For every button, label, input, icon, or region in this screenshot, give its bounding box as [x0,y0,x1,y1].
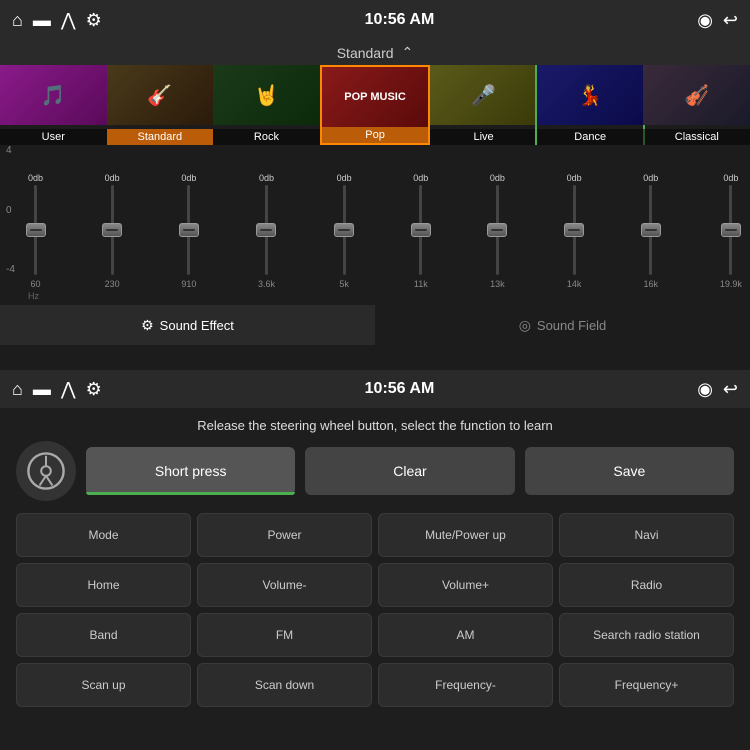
up-icon-2[interactable]: ⋀ [61,379,76,400]
sound-field-label: Sound Field [537,318,606,333]
sw-controls: Short press Clear Save [0,441,750,509]
eq-col-3600[interactable]: 0db 3.6k [258,173,275,289]
window-icon-2[interactable]: ▬ [33,379,51,400]
preset-standard[interactable]: 🎸 Standard [107,65,214,145]
tab-sound-field[interactable]: ◎ Sound Field [375,305,750,345]
window-icon[interactable]: ▬ [33,10,51,31]
top-right-icons: ◉ ↩ [697,10,738,31]
preset-dance-label: Dance [537,129,644,145]
fn-mute-power[interactable]: Mute/Power up [378,513,553,557]
eq-col-199k[interactable]: 0db 19.9k [720,173,742,289]
fn-freq-down[interactable]: Frequency- [378,663,553,707]
preset-classical[interactable]: 🎻 Classical [643,65,750,145]
clear-button[interactable]: Clear [305,447,514,495]
eq-sliders-area: 4 0 -4 0db 60 0db 230 0db [0,145,750,305]
location-icon[interactable]: ◉ [697,10,713,31]
circle-icon: ◎ [519,317,531,334]
preset-live[interactable]: 🎤 Live [430,65,537,145]
usb-icon-2[interactable]: ⚙ [86,379,102,400]
usb-icon[interactable]: ⚙ [86,10,102,31]
preset-classical-label: Classical [643,129,750,145]
fn-radio[interactable]: Radio [559,563,734,607]
eq-col-13k[interactable]: 0db 13k [490,173,505,289]
preset-user-label: User [0,129,107,145]
fn-scan-up[interactable]: Scan up [16,663,191,707]
fn-volume-up[interactable]: Volume+ [378,563,553,607]
top-nav-icons: ⌂ ▬ ⋀ ⚙ [12,10,102,31]
top-time: 10:56 AM [365,11,435,29]
fn-mode[interactable]: Mode [16,513,191,557]
back-icon[interactable]: ↩ [723,10,738,31]
save-button[interactable]: Save [525,447,734,495]
top-status-bar: ⌂ ▬ ⋀ ⚙ 10:56 AM ◉ ↩ [0,0,750,40]
instruction-text: Release the steering wheel button, selec… [0,408,750,441]
steering-wheel-panel: ⌂ ▬ ⋀ ⚙ 10:56 AM ◉ ↩ Release the steerin… [0,370,750,750]
fn-freq-up[interactable]: Frequency+ [559,663,734,707]
eq-db-axis: 4 0 -4 [6,145,15,275]
bottom-time: 10:56 AM [365,380,435,398]
steering-wheel-icon [16,441,76,501]
eq-sliders: 0db 60 0db 230 0db 910 [28,149,742,289]
eq-col-11k[interactable]: 0db 11k [413,173,428,289]
fn-search-radio[interactable]: Search radio station [559,613,734,657]
eq-bottom-tabs: ⚙ Sound Effect ◎ Sound Field [0,305,750,345]
preset-pop[interactable]: POP MUSIC Pop [320,65,431,145]
fn-volume-down[interactable]: Volume- [197,563,372,607]
eq-col-14k[interactable]: 0db 14k [567,173,582,289]
preset-rock[interactable]: 🤘 Rock [213,65,320,145]
eq-col-5k[interactable]: 0db 5k [337,173,352,289]
eq-tabs-row: Standard ⌃ [0,40,750,65]
preset-pop-label: Pop [322,127,429,143]
fn-band[interactable]: Band [16,613,191,657]
home-icon[interactable]: ⌂ [12,10,23,31]
eq-col-60[interactable]: 0db 60 [28,173,43,289]
up-icon[interactable]: ⋀ [61,10,76,31]
fn-fm[interactable]: FM [197,613,372,657]
chevron-up-icon[interactable]: ⌃ [402,44,414,61]
standard-label: Standard [337,45,394,61]
bottom-status-bar: ⌂ ▬ ⋀ ⚙ 10:56 AM ◉ ↩ [0,370,750,408]
fn-power[interactable]: Power [197,513,372,557]
equalizer-panel: ⌂ ▬ ⋀ ⚙ 10:56 AM ◉ ↩ Standard ⌃ 🎵 User 🎸… [0,0,750,370]
fn-home[interactable]: Home [16,563,191,607]
preset-live-label: Live [430,129,537,145]
fn-navi[interactable]: Navi [559,513,734,557]
function-grid: Mode Power Mute/Power up Navi Home Volum… [0,509,750,711]
bottom-right-icons: ◉ ↩ [697,379,738,400]
tab-sound-effect[interactable]: ⚙ Sound Effect [0,305,375,345]
fn-am[interactable]: AM [378,613,553,657]
preset-user[interactable]: 🎵 User [0,65,107,145]
eq-col-16k[interactable]: 0db 16k [643,173,658,289]
eq-presets-row: 🎵 User 🎸 Standard 🤘 Rock POP MUSIC Pop 🎤 [0,65,750,145]
preset-dance[interactable]: 💃 Dance [537,65,644,145]
sliders-icon: ⚙ [141,317,154,334]
short-press-button[interactable]: Short press [86,447,295,495]
back-icon-2[interactable]: ↩ [723,379,738,400]
eq-col-910[interactable]: 0db 910 [181,173,196,289]
bottom-nav-icons: ⌂ ▬ ⋀ ⚙ [12,379,102,400]
steering-wheel-svg [26,451,66,491]
preset-standard-label: Standard [107,129,214,145]
fn-scan-down[interactable]: Scan down [197,663,372,707]
eq-col-230[interactable]: 0db 230 [105,173,120,289]
home-icon-2[interactable]: ⌂ [12,379,23,400]
preset-rock-label: Rock [213,129,320,145]
sound-effect-label: Sound Effect [160,318,234,333]
location-icon-2[interactable]: ◉ [697,379,713,400]
hz-label: Hz [28,291,742,301]
